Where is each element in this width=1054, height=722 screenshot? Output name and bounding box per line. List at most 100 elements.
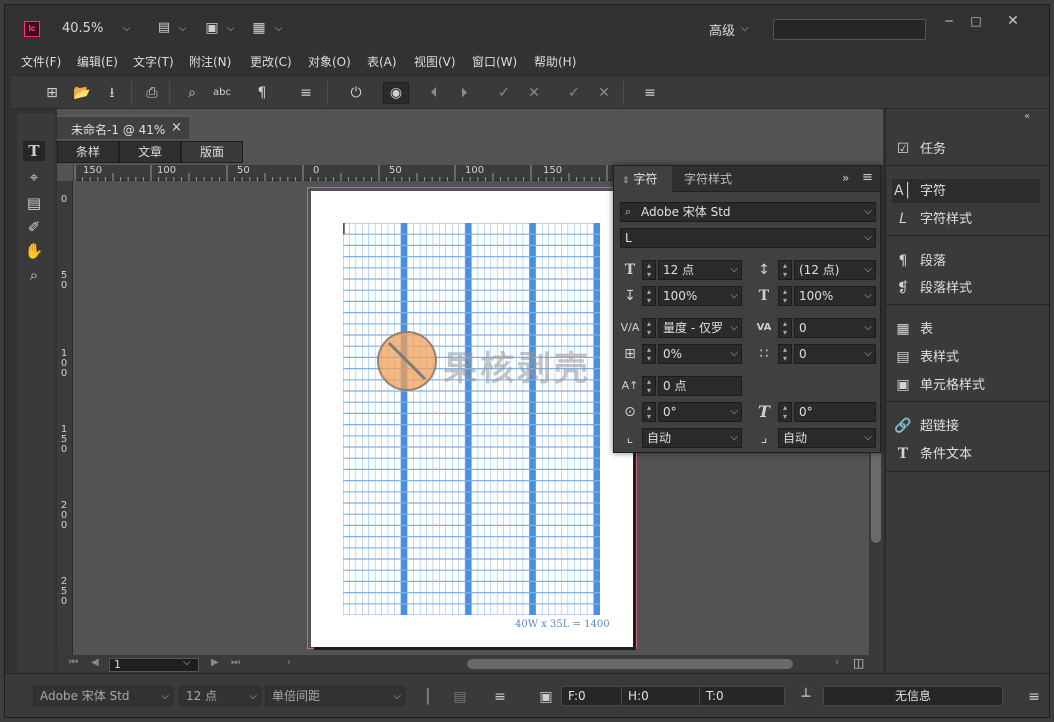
statusbar-menu-icon[interactable]: ≡ [491, 688, 509, 706]
menu-window[interactable]: 窗口(W) [472, 53, 517, 70]
ruler-measure-icon[interactable]: ┴ [797, 688, 815, 706]
hand-tool-icon[interactable]: ✋ [23, 241, 45, 261]
panel-paragraph[interactable]: ¶ 段落 [892, 249, 1040, 273]
status-spacing-field[interactable]: 单倍间距 ⌵ [265, 686, 405, 706]
zoom-tool-icon[interactable]: ⌕ [23, 265, 45, 285]
zoom-chevron-down-icon[interactable]: ⌵ [123, 23, 131, 34]
panel-table-style[interactable]: ▤ 表样式 [892, 345, 1040, 369]
panel-character[interactable]: A│ 字符 [892, 179, 1040, 203]
panel-character-style[interactable]: 𝐿 字符样式 [892, 207, 1040, 231]
workspace-chevron-icon[interactable]: ⌵ [741, 23, 749, 34]
menu-table[interactable]: 表(A) [367, 53, 397, 70]
type-tool-icon[interactable]: T [23, 141, 45, 161]
panel-expand-icon[interactable]: » [842, 171, 849, 185]
panel-paragraph-style[interactable]: ❡ 段落样式 [892, 276, 1040, 300]
horizontal-scale-stepper[interactable]: ▴ ▾ [778, 286, 792, 306]
grid-spacing-field[interactable]: 0 ⌵ [794, 344, 876, 364]
font-family-field[interactable]: ⌕ Adobe 宋体 Std ⌵ [620, 202, 876, 222]
status-font-field[interactable]: Adobe 宋体 Std ⌵ [33, 686, 173, 706]
search-input[interactable] [773, 19, 926, 40]
note-tool-icon[interactable]: ▤ [23, 193, 45, 213]
tracking-field[interactable]: 0 ⌵ [794, 318, 876, 338]
menu-notes[interactable]: 附注(N) [189, 53, 231, 70]
skew-field[interactable]: 0° [794, 402, 876, 422]
kerning-field[interactable]: 量度 - 仅罗 ⌵ [658, 318, 742, 338]
previous-page-icon[interactable]: ◀ [91, 657, 99, 668]
tracking-stepper[interactable]: ▴ ▾ [778, 318, 792, 338]
document-page[interactable]: 果核剥壳 40W x 35L = 1400 [311, 191, 633, 647]
tab-galley[interactable]: 条样 [57, 141, 119, 163]
frame-grid[interactable] [343, 223, 600, 615]
previous-change-icon[interactable]: ⏴ [425, 84, 443, 102]
tab-layout[interactable]: 版面 [181, 141, 243, 163]
panel-table[interactable]: ▦ 表 [892, 317, 1040, 341]
menu-help[interactable]: 帮助(H) [534, 53, 576, 70]
grid-spacing-stepper[interactable]: ▴ ▾ [778, 344, 792, 364]
tab-character[interactable]: ⇕ 字符 [614, 166, 672, 192]
menu-type[interactable]: 文字(T) [133, 53, 174, 70]
baseline-shift-stepper[interactable]: ▴ ▾ [642, 376, 656, 396]
arrange-documents-icon[interactable]: ▦ [250, 19, 268, 37]
status-size-field[interactable]: 12 点 ⌵ [179, 686, 261, 706]
pilcrow-icon[interactable]: ¶ [253, 84, 271, 102]
panel-conditional-text[interactable]: T 条件文本 [892, 442, 1040, 466]
tsume-stepper[interactable]: ▴ ▾ [642, 344, 656, 364]
menu-view[interactable]: 视图(V) [414, 53, 456, 70]
zoom-level[interactable]: 40.5% [62, 21, 103, 36]
next-page-icon[interactable]: ▶ [211, 657, 219, 668]
split-window-icon[interactable]: ◫ [853, 656, 864, 670]
toolbar-menu-icon[interactable]: ≡ [297, 84, 315, 102]
last-page-icon[interactable]: ⏭ [231, 657, 240, 668]
screen-mode-chevron-icon[interactable]: ⌵ [227, 23, 235, 34]
tsume-field[interactable]: 0% ⌵ [658, 344, 742, 364]
view-options-icon[interactable]: ▤ [155, 19, 173, 37]
tab-story[interactable]: 文章 [119, 141, 181, 163]
line-spacing-icon[interactable]: ┃ [419, 688, 437, 706]
eyedropper-tool-icon[interactable]: ✐ [23, 217, 45, 237]
open-folder-icon[interactable]: 📂 [73, 84, 91, 102]
arrange-chevron-icon[interactable]: ⌵ [275, 23, 283, 34]
power-icon[interactable]: ⏻ [347, 84, 365, 102]
menu-file[interactable]: 文件(F) [21, 53, 61, 70]
menu-edit[interactable]: 编辑(E) [77, 53, 118, 70]
rotation-stepper[interactable]: ▴ ▾ [642, 402, 656, 422]
next-change-icon[interactable]: ⏵ [455, 84, 473, 102]
scroll-right-icon[interactable]: › [835, 657, 839, 668]
first-page-icon[interactable]: ⏮ [69, 657, 78, 668]
panel-assignments[interactable]: ☑ 任务 [892, 137, 1040, 161]
spellcheck-icon[interactable]: abc [213, 84, 231, 102]
aki-before-field[interactable]: 自动 ⌵ [642, 428, 742, 448]
font-size-stepper[interactable]: ▴ ▾ [642, 260, 656, 280]
panel-cell-style[interactable]: ▣ 单元格样式 [892, 373, 1040, 397]
toolbar-menu-icon[interactable]: ≡ [641, 84, 659, 102]
find-icon[interactable]: ⌕ [183, 84, 201, 102]
horizontal-scrollbar[interactable]: ⏮ ◀ 1 ⌵ ▶ ⏭ ‹ › ◫ [57, 655, 883, 673]
baseline-shift-field[interactable]: 0 点 [658, 376, 742, 396]
menu-object[interactable]: 对象(O) [308, 53, 351, 70]
leading-field[interactable]: (12 点) ⌵ [794, 260, 876, 280]
screen-mode-icon[interactable]: ▣ [203, 19, 221, 37]
vertical-scale-field[interactable]: 100% ⌵ [658, 286, 742, 306]
print-icon[interactable]: ⎙ [143, 84, 161, 102]
reject-change-icon[interactable]: ✕ [525, 84, 543, 102]
vertical-scale-stepper[interactable]: ▴ ▾ [642, 286, 656, 306]
accept-change-icon[interactable]: ✓ [495, 84, 513, 102]
rotation-field[interactable]: 0° ⌵ [658, 402, 742, 422]
kerning-stepper[interactable]: ▴ ▾ [642, 318, 656, 338]
story-info-icon[interactable]: ▤ [451, 688, 469, 706]
save-download-icon[interactable]: ⭳ [103, 84, 121, 102]
horizontal-scroll-thumb[interactable] [467, 659, 793, 669]
view-options-chevron-icon[interactable]: ⌵ [179, 23, 187, 34]
font-style-field[interactable]: L ⌵ [620, 228, 876, 248]
font-size-field[interactable]: 12 点 ⌵ [658, 260, 742, 280]
close-tab-icon[interactable]: × [171, 120, 182, 135]
close-window-icon[interactable]: ✕ [999, 11, 1027, 31]
document-tab[interactable]: 未命名-1 @ 41% × [57, 115, 189, 139]
track-changes-toggle[interactable]: ◉ [383, 82, 409, 104]
document-stats-icon[interactable]: ▣ [537, 688, 555, 706]
skew-stepper[interactable]: ▴ ▾ [778, 402, 792, 422]
reject-all-icon[interactable]: ✕ [595, 84, 613, 102]
menu-changes[interactable]: 更改(C) [250, 53, 292, 70]
leading-stepper[interactable]: ▴ ▾ [778, 260, 792, 280]
page-dropdown-icon[interactable]: ⌵ [183, 657, 191, 668]
